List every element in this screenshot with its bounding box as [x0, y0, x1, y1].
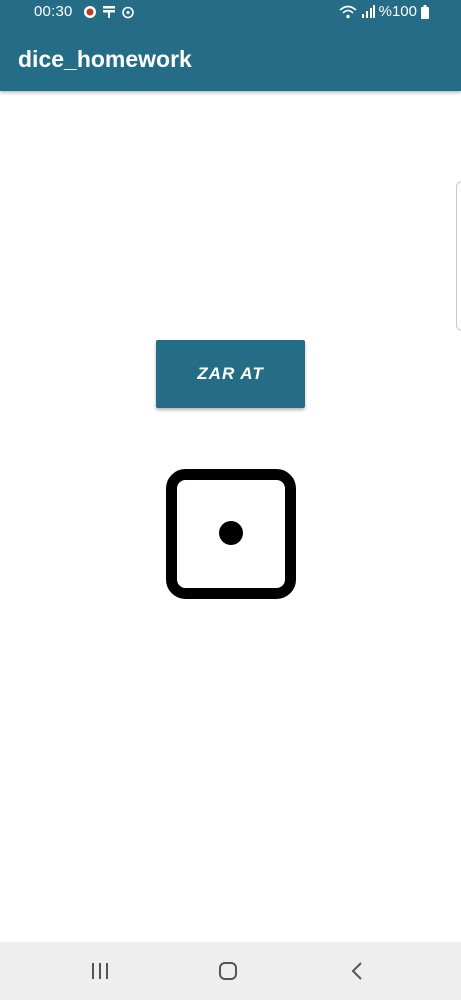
wifi-icon [339, 5, 357, 18]
status-right: %100 [339, 3, 429, 20]
battery-percentage: %100 [378, 3, 417, 20]
app-title: dice_homework [18, 46, 192, 72]
edge-panel-handle[interactable] [456, 181, 461, 331]
navigation-bar [0, 942, 461, 1000]
signal-icon [361, 4, 375, 18]
back-button[interactable] [317, 942, 397, 1000]
status-bar: 00:30 %100 [0, 0, 461, 24]
battery-icon [421, 4, 429, 19]
recent-apps-icon [92, 963, 108, 979]
alarm-icon [121, 6, 134, 18]
home-icon [219, 962, 237, 980]
home-button[interactable] [188, 942, 268, 1000]
dice-image [166, 469, 296, 599]
app-bar: dice_homework [0, 24, 461, 91]
usb-icon [102, 5, 115, 18]
dice-pip [219, 521, 243, 545]
recent-apps-button[interactable] [60, 942, 140, 1000]
status-notification-icons [83, 5, 135, 19]
roll-dice-button[interactable]: ZAR AT [156, 340, 305, 408]
status-left: 00:30 [34, 3, 135, 20]
back-icon [351, 962, 362, 980]
status-time: 00:30 [34, 3, 73, 20]
app-notification-icon [83, 5, 96, 18]
